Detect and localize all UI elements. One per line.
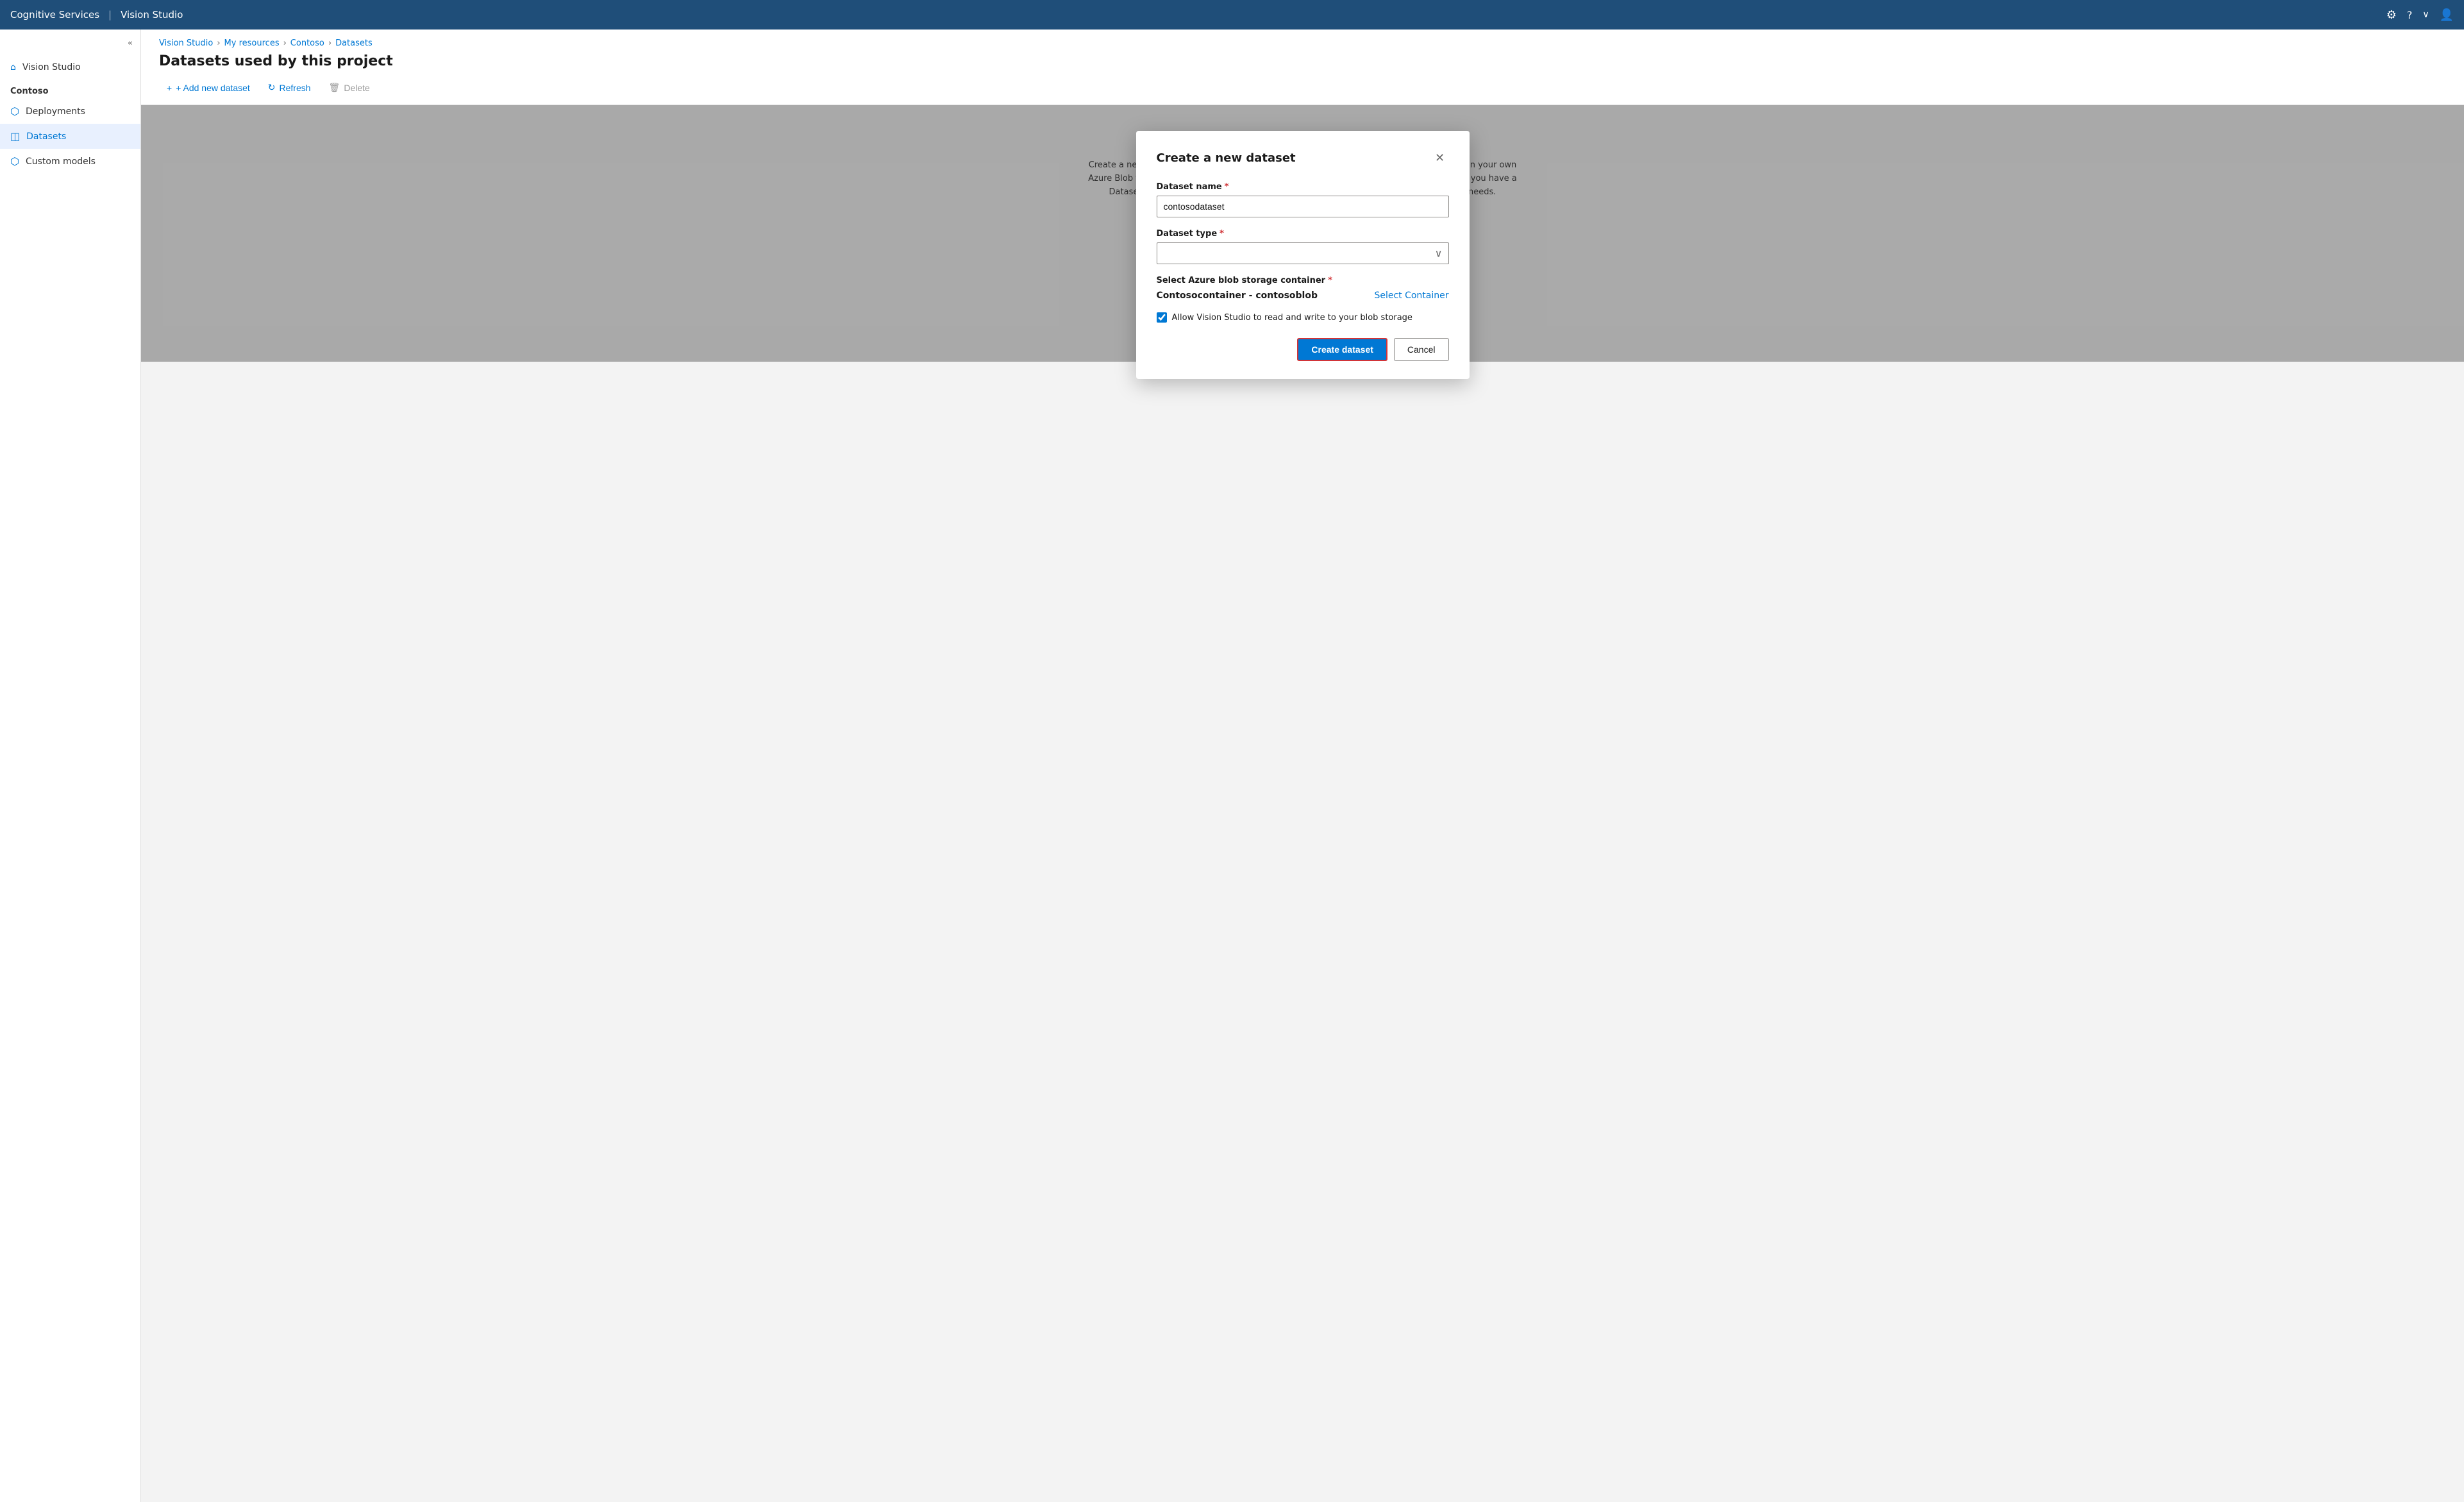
delete-button-label: Delete xyxy=(344,83,369,93)
modal-title: Create a new dataset xyxy=(1157,151,1296,165)
add-new-dataset-button[interactable]: + + Add new dataset xyxy=(159,79,258,97)
dataset-name-input[interactable] xyxy=(1157,196,1449,217)
custom-models-icon: ⬡ xyxy=(10,155,19,167)
delete-button[interactable]: 🗑 Delete xyxy=(321,78,378,97)
sidebar-item-vision-studio[interactable]: ⌂ Vision Studio xyxy=(0,56,140,79)
top-nav-actions: ⚙ ? ∨ 👤 xyxy=(2386,8,2454,22)
sidebar-item-custom-models[interactable]: ⬡ Custom models xyxy=(0,149,140,174)
sidebar-item-datasets[interactable]: ◫ Datasets xyxy=(0,124,140,149)
toolbar: + + Add new dataset ↻ Refresh 🗑 Delete xyxy=(159,78,2446,105)
create-dataset-modal: Create a new dataset ✕ Dataset name * xyxy=(1136,131,1470,379)
title-separator: | xyxy=(108,9,112,21)
breadcrumb-vision-studio[interactable]: Vision Studio xyxy=(159,38,213,48)
storage-label: Select Azure blob storage container * xyxy=(1157,276,1449,285)
page-body: Create a new dataset to get started. You… xyxy=(141,105,2464,362)
app-layout: « ⌂ Vision Studio Contoso ⬡ Deployments … xyxy=(0,30,2464,1502)
blob-storage-checkbox[interactable] xyxy=(1157,312,1167,323)
breadcrumb-contoso[interactable]: Contoso xyxy=(290,38,324,48)
sidebar: « ⌂ Vision Studio Contoso ⬡ Deployments … xyxy=(0,30,141,1502)
refresh-icon: ↻ xyxy=(268,82,276,93)
sidebar-collapse-button[interactable]: « xyxy=(0,35,140,56)
breadcrumb: Vision Studio › My resources › Contoso ›… xyxy=(159,38,2446,48)
refresh-button-label: Refresh xyxy=(280,83,311,93)
delete-icon: 🗑 xyxy=(329,82,340,93)
app-title: Cognitive Services xyxy=(10,9,99,21)
sidebar-section-label: Contoso xyxy=(0,79,140,99)
modal-header: Create a new dataset ✕ xyxy=(1157,149,1449,167)
storage-container-name: Contosocontainer - contosoblob xyxy=(1157,291,1318,301)
settings-icon[interactable]: ⚙ xyxy=(2386,8,2397,22)
breadcrumb-sep-2: › xyxy=(283,38,287,48)
dataset-type-select-wrapper: ∨ xyxy=(1157,242,1449,264)
content-header: Vision Studio › My resources › Contoso ›… xyxy=(141,30,2464,105)
user-avatar-icon[interactable]: 👤 xyxy=(2440,8,2454,22)
add-button-label: + Add new dataset xyxy=(176,83,250,93)
app-subtitle: Vision Studio xyxy=(121,9,183,21)
page-title: Datasets used by this project xyxy=(159,53,2446,69)
sidebar-label-datasets: Datasets xyxy=(26,131,66,142)
storage-row: Contosocontainer - contosoblob Select Co… xyxy=(1157,291,1449,301)
dataset-name-group: Dataset name * xyxy=(1157,182,1449,217)
main-content: Vision Studio › My resources › Contoso ›… xyxy=(141,30,2464,1502)
sidebar-label-deployments: Deployments xyxy=(26,106,85,117)
sidebar-item-deployments[interactable]: ⬡ Deployments xyxy=(0,99,140,124)
chevron-down-icon[interactable]: ∨ xyxy=(2422,10,2429,20)
dataset-type-select[interactable] xyxy=(1157,242,1449,264)
home-icon: ⌂ xyxy=(10,62,16,72)
deployments-icon: ⬡ xyxy=(10,105,19,117)
modal-close-button[interactable]: ✕ xyxy=(1431,149,1449,167)
refresh-button[interactable]: ↻ Refresh xyxy=(260,78,319,97)
datasets-icon: ◫ xyxy=(10,130,20,142)
required-star-type: * xyxy=(1219,229,1224,239)
help-icon[interactable]: ? xyxy=(2407,9,2413,21)
sidebar-label-vision-studio: Vision Studio xyxy=(22,62,81,72)
cancel-button[interactable]: Cancel xyxy=(1394,338,1449,361)
add-icon: + xyxy=(167,83,172,93)
breadcrumb-datasets[interactable]: Datasets xyxy=(335,38,373,48)
storage-section: Select Azure blob storage container * Co… xyxy=(1157,276,1449,301)
dataset-type-label: Dataset type * xyxy=(1157,229,1449,239)
top-navigation: Cognitive Services | Vision Studio ⚙ ? ∨… xyxy=(0,0,2464,30)
select-container-link[interactable]: Select Container xyxy=(1374,291,1448,301)
modal-footer: Create dataset Cancel xyxy=(1157,338,1449,361)
app-title-group: Cognitive Services | Vision Studio xyxy=(10,9,183,21)
required-star-name: * xyxy=(1225,182,1229,192)
sidebar-label-custom-models: Custom models xyxy=(26,156,96,167)
dataset-type-group: Dataset type * ∨ xyxy=(1157,229,1449,264)
create-dataset-button[interactable]: Create dataset xyxy=(1297,338,1387,361)
breadcrumb-sep-1: › xyxy=(217,38,220,48)
checkbox-label: Allow Vision Studio to read and write to… xyxy=(1172,313,1412,323)
modal-overlay: Create a new dataset ✕ Dataset name * xyxy=(141,105,2464,362)
breadcrumb-my-resources[interactable]: My resources xyxy=(224,38,280,48)
blob-storage-checkbox-row: Allow Vision Studio to read and write to… xyxy=(1157,312,1449,323)
required-star-storage: * xyxy=(1328,276,1332,285)
dataset-name-label: Dataset name * xyxy=(1157,182,1449,192)
breadcrumb-sep-3: › xyxy=(328,38,331,48)
